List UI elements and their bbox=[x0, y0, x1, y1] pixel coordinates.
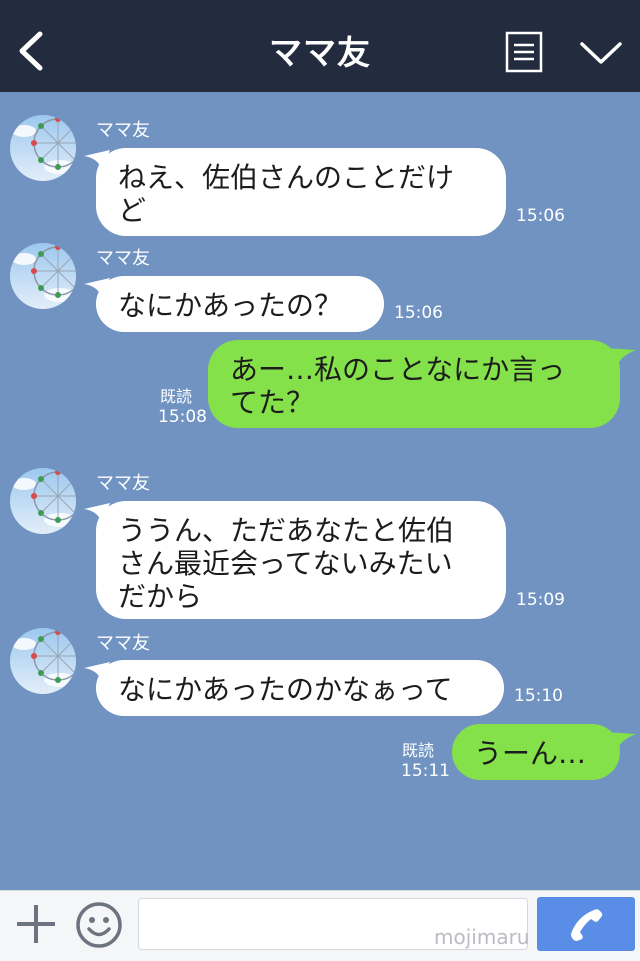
read-receipt: 既読 bbox=[402, 741, 435, 760]
message-bubble[interactable]: なにかあったの？ bbox=[96, 276, 384, 332]
sender-name: ママ友 bbox=[96, 120, 150, 141]
smiley-icon[interactable] bbox=[74, 900, 124, 950]
avatar[interactable] bbox=[10, 468, 76, 534]
message-time: 15:11 bbox=[401, 761, 450, 781]
message-bubble[interactable]: うーん… bbox=[452, 724, 620, 780]
chevron-down-icon[interactable] bbox=[578, 38, 624, 68]
message-time: 15:09 bbox=[516, 590, 565, 610]
sender-name: ママ友 bbox=[96, 248, 150, 269]
message-bubble[interactable]: ううん、ただあなたと佐伯 さん最近会ってないみたい だから bbox=[96, 501, 506, 619]
avatar[interactable] bbox=[10, 115, 76, 181]
phone-icon bbox=[571, 909, 603, 941]
message-time: 15:06 bbox=[394, 303, 443, 323]
message-time: 15:10 bbox=[514, 686, 563, 706]
chat-header: ママ友 bbox=[0, 0, 640, 92]
menu-list-icon[interactable] bbox=[504, 30, 544, 74]
chat-title: ママ友 bbox=[269, 33, 371, 72]
message-time: 15:08 bbox=[158, 407, 207, 427]
message-bubble[interactable]: あー…私のことなにか言っ てた？ bbox=[208, 340, 620, 428]
sender-name: ママ友 bbox=[96, 633, 150, 654]
message-time: 15:06 bbox=[516, 206, 565, 226]
avatar[interactable] bbox=[10, 628, 76, 694]
plus-icon[interactable] bbox=[14, 902, 58, 946]
avatar[interactable] bbox=[10, 243, 76, 309]
message-bubble[interactable]: ねえ、佐伯さんのことだけ ど bbox=[96, 148, 506, 236]
message-bubble[interactable]: なにかあったのかなぁって bbox=[96, 660, 504, 716]
read-receipt: 既読 bbox=[160, 387, 193, 406]
sender-name: ママ友 bbox=[96, 473, 150, 494]
call-button[interactable] bbox=[537, 897, 635, 951]
watermark-text: mojimaru bbox=[434, 925, 530, 949]
